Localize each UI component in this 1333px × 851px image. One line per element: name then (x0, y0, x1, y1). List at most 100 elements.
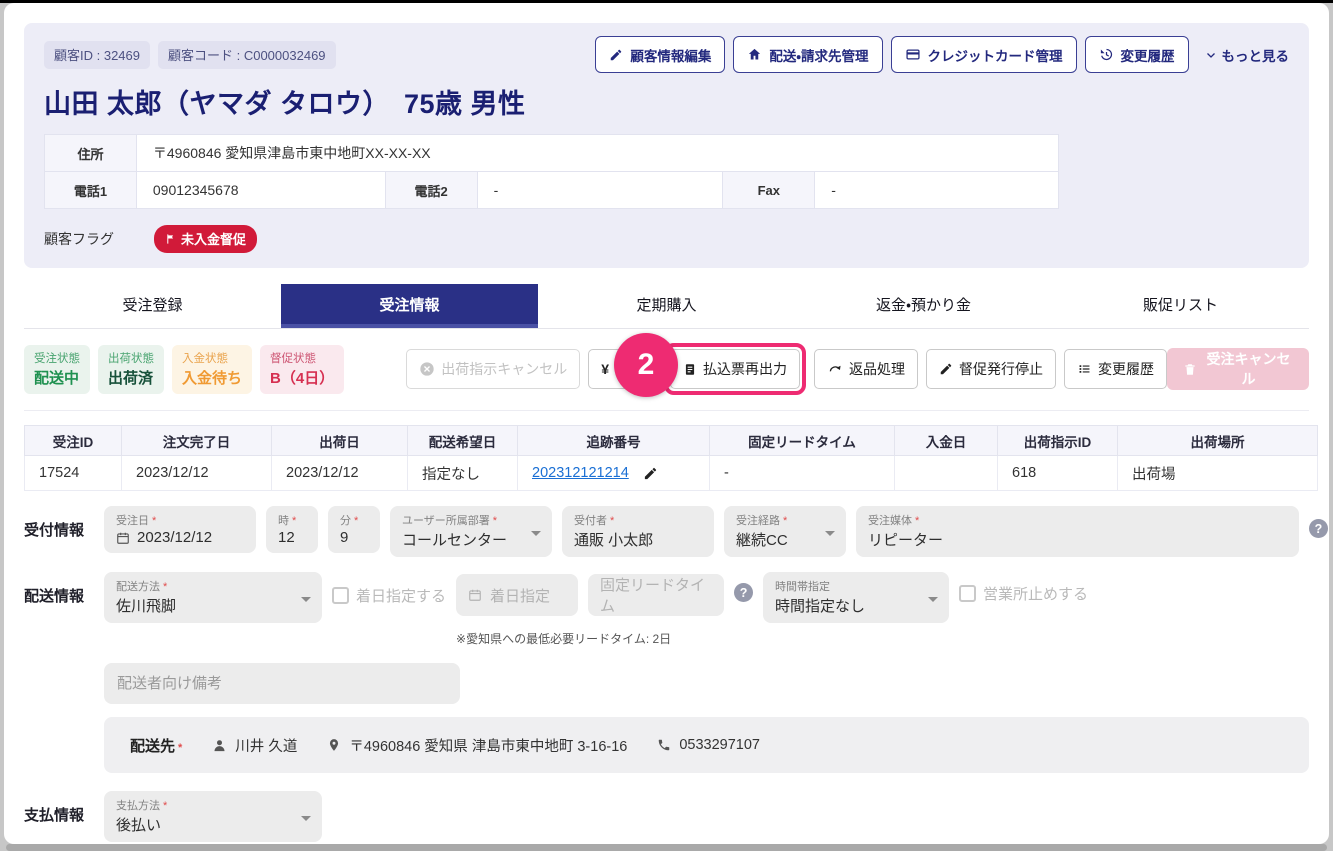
delivery-remarks-input[interactable] (104, 663, 460, 704)
dunning-status-badge: 督促状態 B（4日） (260, 344, 345, 394)
order-date-field[interactable]: 受注日 2023/12/12 (104, 506, 256, 553)
customer-flag-label: 顧客フラグ (44, 231, 114, 247)
tab-refund-deposit[interactable]: 返金・預かり金 (795, 284, 1052, 328)
tracking-number-link[interactable]: 202312121214 (532, 465, 629, 481)
delivery-method-select[interactable]: 配送方法 佐川飛脚 (104, 572, 322, 623)
checkbox-icon (332, 587, 349, 604)
cell-payment-date (894, 455, 998, 491)
horizontal-scrollbar[interactable] (6, 844, 1327, 851)
order-date-label: 受注日 (116, 512, 156, 528)
payment-section: 支払情報 支払方法 後払い (24, 791, 1309, 842)
credit-card-button[interactable]: クレジットカード管理 (890, 36, 1077, 73)
media-label: 受注媒体 (868, 512, 919, 528)
order-status-value: 配送中 (34, 369, 80, 387)
shipping-status-label: 出荷状態 (108, 352, 154, 365)
delivery-section: 配送情報 配送方法 佐川飛脚 着日指定する 着日指定 固定リードタイム (24, 572, 1309, 647)
delivery-help-icon[interactable]: ? (734, 583, 754, 602)
reception-help-icon[interactable]: ? (1309, 519, 1328, 538)
department-select[interactable]: ユーザー所属部署 コールセンター (390, 506, 552, 557)
destination-phone-value: 0533297107 (679, 737, 760, 753)
reissue-payment-slip-button[interactable]: 払込票再出力 (670, 349, 800, 389)
tab-subscription[interactable]: 定期購入 (538, 284, 795, 328)
edit-customer-button[interactable]: 顧客情報編集 (595, 36, 726, 73)
calendar-icon (116, 531, 130, 545)
payment-method-select[interactable]: 支払方法 後払い (104, 791, 322, 842)
arrival-date-placeholder: 着日指定 (490, 587, 551, 605)
payment-status-badge: 入金状態 入金待ち (172, 344, 253, 394)
customer-code-badge: 顧客コード : C0000032469 (158, 40, 336, 69)
phone-icon (657, 738, 671, 752)
customer-info-table: 住所 〒4960846 愛知県津島市東中地町XX-XX-XX 電話1 09012… (44, 134, 1060, 209)
fax-label: Fax (722, 171, 816, 209)
order-actions-bar: 受注状態 配送中 出荷状態 出荷済 入金状態 入金待ち 督促状態 B（4日） 出… (24, 333, 1309, 411)
x-circle-icon (419, 361, 435, 377)
change-history-mid-label: 変更履歴 (1098, 361, 1154, 377)
delivery-destination-strip: 配送先 川井 久道 〒4960846 愛知県 津島市東中地町 3-16-16 0… (104, 717, 1309, 773)
stop-dunning-button[interactable]: 督促発行停止 (926, 349, 1056, 389)
arrival-date-input[interactable]: 着日指定 (456, 574, 579, 616)
main-card: 顧客ID : 32469 顧客コード : C0000032469 顧客情報編集 … (4, 3, 1329, 844)
minute-value: 9 (340, 529, 349, 546)
phone2-value: - (476, 171, 724, 209)
customer-id-badge: 顧客ID : 32469 (44, 40, 150, 69)
pencil-icon (609, 48, 623, 62)
redo-arrow-icon (827, 362, 843, 376)
delivery-remarks-row (24, 663, 1309, 704)
arrival-date-checkbox[interactable]: 着日指定する (332, 585, 446, 606)
stop-dunning-label: 督促発行停止 (959, 361, 1043, 377)
minute-label: 分 (340, 512, 358, 528)
change-history-mid-button[interactable]: 変更履歴 (1064, 349, 1167, 389)
edit-tracking-icon[interactable] (643, 466, 658, 481)
phone1-value: 09012345678 (135, 171, 386, 209)
payment-status-label: 入金状態 (182, 352, 228, 365)
channel-select[interactable]: 受注経路 継続CC (724, 506, 846, 557)
cancel-order-label: 受注キャンセル (1206, 351, 1291, 387)
tab-order-entry[interactable]: 受注登録 (24, 284, 281, 328)
tab-order-info[interactable]: 受注情報 (281, 284, 538, 328)
order-status-badge: 受注状態 配送中 (24, 344, 90, 394)
shipping-billing-label: 配送・請求先管理 (769, 48, 869, 64)
phone1-label: 電話1 (44, 171, 137, 209)
receptionist-field[interactable]: 受付者 通販 小太郎 (562, 506, 714, 557)
yen-icon: ¥ (601, 361, 609, 377)
cell-fixed-lead-time: - (709, 455, 895, 491)
media-field[interactable]: 受注媒体 リピーター (856, 506, 1299, 557)
fixed-lead-time-input[interactable]: 固定リードタイム (588, 574, 725, 616)
dunning-status-label: 督促状態 (270, 352, 317, 365)
delivery-destination-row: 配送先 川井 久道 〒4960846 愛知県 津島市東中地町 3-16-16 0… (24, 717, 1309, 773)
pencil-icon (939, 362, 953, 376)
unpaid-dunning-flag-badge[interactable]: 未入金督促 (154, 225, 258, 253)
cell-tracking-number: 202312121214 (517, 455, 710, 491)
reissue-payment-slip-label: 払込票再出力 (703, 361, 787, 377)
payment-status-value: 入金待ち (182, 369, 243, 387)
cancel-order-button[interactable]: 受注キャンセル (1167, 348, 1309, 390)
order-table-row: 17524 2023/12/12 2023/12/12 指定なし 2023121… (24, 455, 1318, 491)
order-date-value: 2023/12/12 (137, 529, 213, 546)
fixed-lead-time-placeholder: 固定リードタイム (600, 577, 706, 615)
return-process-button[interactable]: 返品処理 (814, 349, 918, 389)
chevron-down-icon (1205, 49, 1217, 61)
address-value: 〒4960846 愛知県津島市東中地町XX-XX-XX (135, 134, 1060, 172)
tab-promotion-list[interactable]: 販促リスト (1052, 284, 1309, 328)
hour-label: 時 (278, 512, 296, 528)
receptionist-value: 通販 小太郎 (574, 532, 654, 549)
receptionist-label: 受付者 (574, 512, 614, 528)
change-history-button[interactable]: 変更履歴 (1084, 36, 1189, 73)
destination-address-value: 〒4960846 愛知県 津島市東中地町 3-16-16 (349, 738, 628, 755)
history-icon (1099, 47, 1114, 62)
time-slot-select[interactable]: 時間帯指定 時間指定なし (763, 572, 950, 623)
destination-address: 〒4960846 愛知県 津島市東中地町 3-16-16 (327, 735, 627, 756)
shipping-billing-button[interactable]: 配送・請求先管理 (733, 36, 883, 73)
minute-field[interactable]: 分 9 (328, 506, 380, 553)
cancel-shipping-instruction-button[interactable]: 出荷指示キャンセル (406, 349, 581, 389)
shipping-status-badge: 出荷状態 出荷済 (98, 344, 164, 394)
shipping-status-value: 出荷済 (108, 369, 154, 387)
channel-label: 受注経路 (736, 512, 787, 528)
hour-field[interactable]: 時 12 (266, 506, 318, 553)
return-process-label: 返品処理 (849, 361, 905, 377)
person-icon (212, 738, 227, 753)
delivery-section-title: 配送情報 (24, 588, 85, 605)
cell-order-id: 17524 (24, 455, 122, 491)
more-link[interactable]: もっと見る (1205, 45, 1289, 65)
hold-at-office-checkbox[interactable]: 営業所止めする (959, 583, 1088, 604)
